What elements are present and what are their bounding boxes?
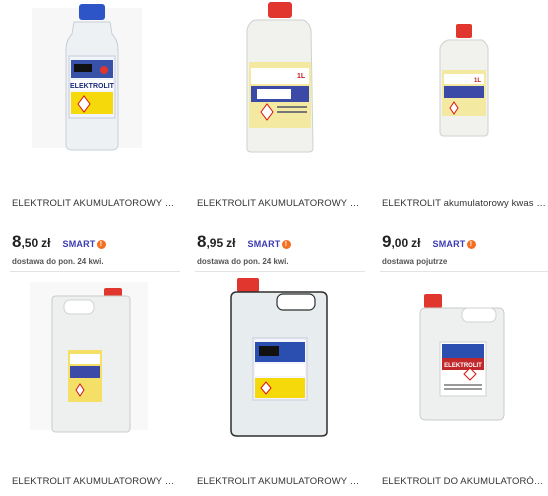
svg-text:1L: 1L [297,73,306,80]
product-title[interactable]: ELEKTROLIT AKUMULATOROWY KWA... [12,198,176,209]
smart-badge: SMART! [433,239,476,249]
price-row: 9,00 zł SMART! [382,232,476,252]
price-row: 8,95 zł SMART! [197,232,291,252]
product-image[interactable]: ELEKTROLIT [370,282,546,442]
price: 8,50 zł [12,232,51,251]
smart-bolt-icon: ! [466,239,476,249]
price: 8,95 zł [197,232,236,251]
product-card[interactable]: ELEKTROLIT AKUMULATOROWY KWA... [0,276,176,496]
svg-text:ELEKTROLIT: ELEKTROLIT [70,83,115,90]
product-title[interactable]: ELEKTROLIT AKUMULATOROWY KWA... [12,476,176,487]
svg-text:ELEKTROLIT: ELEKTROLIT [444,363,482,369]
delivery-info: dostawa do pon. 24 kwi. [197,257,289,266]
price-row: 8,50 zł SMART! [12,232,106,252]
product-card[interactable]: ELEKTROLIT AKUMULATOROWY KWA... [185,276,361,496]
product-title[interactable]: ELEKTROLIT AKUMULATOROWY KWA... [197,476,361,487]
delivery-info: dostawa do pon. 24 kwi. [12,257,104,266]
price: 9,00 zł [382,232,421,251]
divider [10,271,180,272]
product-image[interactable] [0,282,176,442]
divider [380,271,548,272]
product-title[interactable]: ELEKTROLIT DO AKUMULATORÓW IM... [382,476,546,487]
product-image[interactable] [185,276,361,440]
smart-badge: SMART! [63,239,106,249]
product-image[interactable]: 1L [185,0,361,160]
product-card[interactable]: ELEKTROLIT ELEKTROLIT DO AKUMULATORÓW IM… [370,276,546,496]
product-grid: ELEKTROLIT ELEKTROLIT AKUMULATOROWY KWA.… [0,0,548,496]
product-image[interactable]: 1L [370,0,546,160]
product-title[interactable]: ELEKTROLIT AKUMULATOROWY KWA... [197,198,361,209]
product-image[interactable]: ELEKTROLIT [0,0,176,160]
product-card[interactable]: 1L ELEKTROLIT akumulatorowy kwas do ... … [370,0,548,272]
product-card[interactable]: ELEKTROLIT ELEKTROLIT AKUMULATOROWY KWA.… [0,0,180,272]
smart-bolt-icon: ! [96,239,106,249]
delivery-info: dostawa pojutrze [382,257,448,266]
smart-badge: SMART! [248,239,291,249]
product-title[interactable]: ELEKTROLIT akumulatorowy kwas do ... [382,198,546,209]
svg-text:1L: 1L [474,78,481,84]
smart-bolt-icon: ! [281,239,291,249]
product-card[interactable]: 1L ELEKTROLIT AKUMULATOROWY KWA... 8,95z… [185,0,365,272]
divider [195,271,365,272]
